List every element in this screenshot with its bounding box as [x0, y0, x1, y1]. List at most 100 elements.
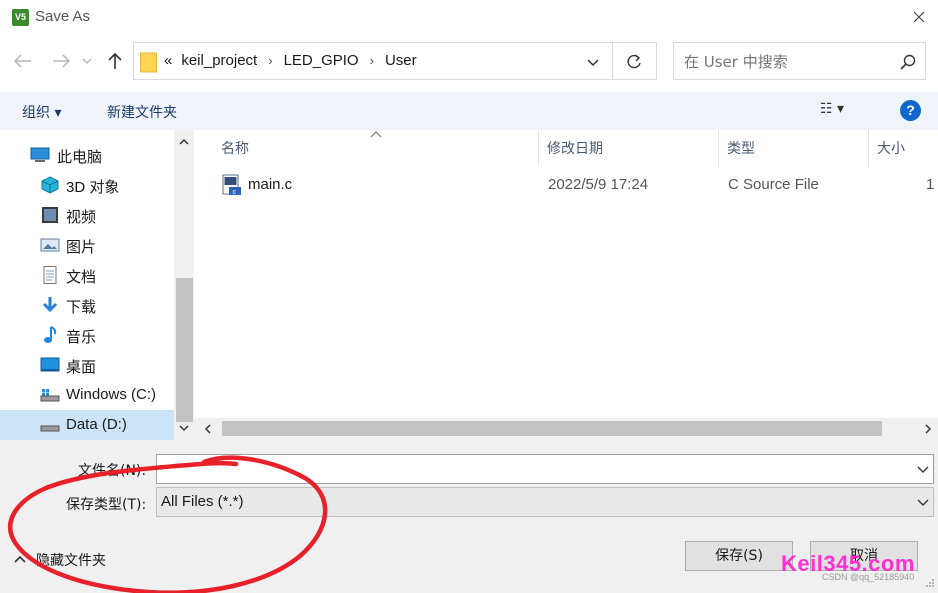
c-source-file-icon: c: [222, 174, 241, 196]
nav-pane-scroll-thumb[interactable]: [176, 278, 193, 422]
arrow-right-icon: [53, 54, 70, 68]
folder-icon: [140, 52, 157, 73]
breadcrumb: « keil_project › LED_GPIO › User: [164, 52, 417, 69]
nav-item-desktop[interactable]: 桌面: [0, 350, 174, 380]
address-row: « keil_project › LED_GPIO › User: [0, 40, 938, 84]
svg-text:c: c: [233, 189, 237, 196]
filename-field[interactable]: [156, 454, 934, 484]
file-type: C Source File: [728, 176, 819, 193]
arrow-left-icon: [14, 54, 31, 68]
arrow-up-icon: [108, 52, 122, 69]
chevron-down-icon: [587, 59, 599, 67]
close-button[interactable]: [904, 4, 934, 30]
nav-item-music[interactable]: 音乐: [0, 320, 174, 350]
file-list-horizontal-scrollbar[interactable]: [194, 418, 938, 440]
filetype-select[interactable]: All Files (*.*): [156, 487, 934, 517]
chevron-down-icon[interactable]: [917, 464, 929, 474]
scroll-left-icon[interactable]: [204, 424, 212, 434]
download-icon: [42, 297, 58, 313]
breadcrumb-item-keil-project[interactable]: keil_project: [181, 52, 257, 69]
nav-item-label: 3D 对象: [66, 179, 120, 196]
column-divider[interactable]: [868, 130, 869, 166]
hide-folders-toggle[interactable]: 隐藏文件夹: [14, 550, 106, 570]
search-input[interactable]: [684, 53, 884, 71]
nav-item-label: Windows (C:): [66, 386, 157, 403]
file-name: main.c: [248, 176, 293, 193]
chevron-down-icon: [82, 58, 92, 64]
file-size: 1: [926, 176, 935, 193]
resize-grip-icon[interactable]: [925, 578, 935, 588]
file-list: 名称 修改日期 类型 大小 c main.c 2022/5/9 17:24 C …: [194, 130, 938, 418]
address-history-button[interactable]: [582, 52, 604, 72]
nav-item-label: 文档: [66, 269, 97, 286]
address-bar[interactable]: « keil_project › LED_GPIO › User: [133, 42, 613, 80]
nav-item-documents[interactable]: 文档: [0, 260, 174, 290]
nav-item-label: 音乐: [66, 329, 97, 346]
file-modified-date: 2022/5/9 17:24: [548, 176, 649, 193]
nav-item-3d-objects[interactable]: 3D 对象: [0, 170, 174, 200]
chevron-up-icon: [14, 555, 26, 563]
up-button[interactable]: [104, 50, 126, 72]
file-row[interactable]: c main.c 2022/5/9 17:24 C Source File 1: [214, 170, 938, 200]
document-icon: [43, 266, 57, 284]
cube-icon: [41, 176, 59, 194]
filename-label: 文件名(N):: [78, 463, 147, 479]
nav-item-label: 桌面: [66, 359, 97, 376]
nav-item-pictures[interactable]: 图片: [0, 230, 174, 260]
change-view-button[interactable]: ☷ ▾: [820, 101, 866, 121]
nav-item-videos[interactable]: 视频: [0, 200, 174, 230]
horizontal-scroll-thumb[interactable]: [222, 421, 882, 436]
scroll-down-icon[interactable]: [179, 424, 189, 432]
nav-item-label: 下载: [66, 299, 97, 316]
refresh-button[interactable]: [613, 42, 657, 80]
column-header-size[interactable]: 大小: [877, 138, 905, 158]
watermark-credit: CSDN @qq_52185940: [822, 572, 915, 582]
scroll-right-icon[interactable]: [924, 424, 932, 434]
nav-item-windows-c[interactable]: Windows (C:): [0, 380, 174, 410]
music-icon: [44, 326, 57, 343]
search-box[interactable]: [673, 42, 926, 80]
breadcrumb-separator[interactable]: ›: [370, 53, 374, 68]
column-header-type[interactable]: 类型: [727, 138, 755, 158]
nav-item-label: 视频: [66, 209, 97, 226]
drive-d-icon: [40, 425, 60, 432]
search-icon: [900, 54, 916, 70]
column-header-modified[interactable]: 修改日期: [547, 138, 603, 158]
nav-item-label: 图片: [66, 239, 97, 256]
forward-button[interactable]: [50, 50, 72, 72]
window-title: Save As: [35, 8, 91, 25]
breadcrumb-item-led-gpio[interactable]: LED_GPIO: [284, 52, 359, 69]
desktop-icon: [40, 357, 60, 372]
new-folder-button[interactable]: 新建文件夹: [107, 102, 177, 122]
nav-item-label: 此电脑: [57, 149, 103, 166]
save-button[interactable]: 保存(S): [685, 541, 793, 571]
help-button[interactable]: ?: [900, 100, 921, 121]
column-header-name[interactable]: 名称: [221, 138, 249, 158]
computer-icon: [30, 147, 50, 162]
nav-item-data-d[interactable]: Data (D:): [0, 410, 174, 440]
picture-icon: [40, 238, 60, 252]
refresh-icon: [627, 54, 641, 69]
recent-locations-button[interactable]: [80, 50, 94, 72]
sort-ascending-icon: [370, 131, 382, 138]
filetype-value: All Files (*.*): [161, 493, 244, 510]
breadcrumb-overflow[interactable]: «: [164, 52, 172, 69]
filetype-label: 保存类型(T):: [66, 497, 147, 513]
command-bar: 组织 ▾ 新建文件夹 ☷ ▾ ?: [0, 92, 938, 130]
nav-item-label: Data (D:): [66, 416, 127, 433]
chevron-down-icon: [917, 499, 929, 506]
back-button[interactable]: [12, 50, 34, 72]
keil-app-icon: V5: [12, 9, 29, 26]
breadcrumb-separator[interactable]: ›: [268, 53, 272, 68]
navigation-pane: 此电脑 3D 对象 视频 图片 文档 下载 音乐 桌面 Windows (C:)…: [0, 130, 174, 440]
column-divider[interactable]: [718, 130, 719, 166]
hide-folders-label: 隐藏文件夹: [36, 553, 106, 569]
nav-item-downloads[interactable]: 下载: [0, 290, 174, 320]
nav-item-this-pc[interactable]: 此电脑: [0, 140, 174, 170]
scroll-up-icon[interactable]: [179, 138, 189, 146]
organize-menu-button[interactable]: 组织 ▾: [22, 102, 61, 122]
filename-input[interactable]: [161, 459, 901, 475]
column-divider[interactable]: [538, 130, 539, 166]
breadcrumb-item-user[interactable]: User: [385, 52, 417, 69]
drive-c-icon: [40, 389, 60, 402]
